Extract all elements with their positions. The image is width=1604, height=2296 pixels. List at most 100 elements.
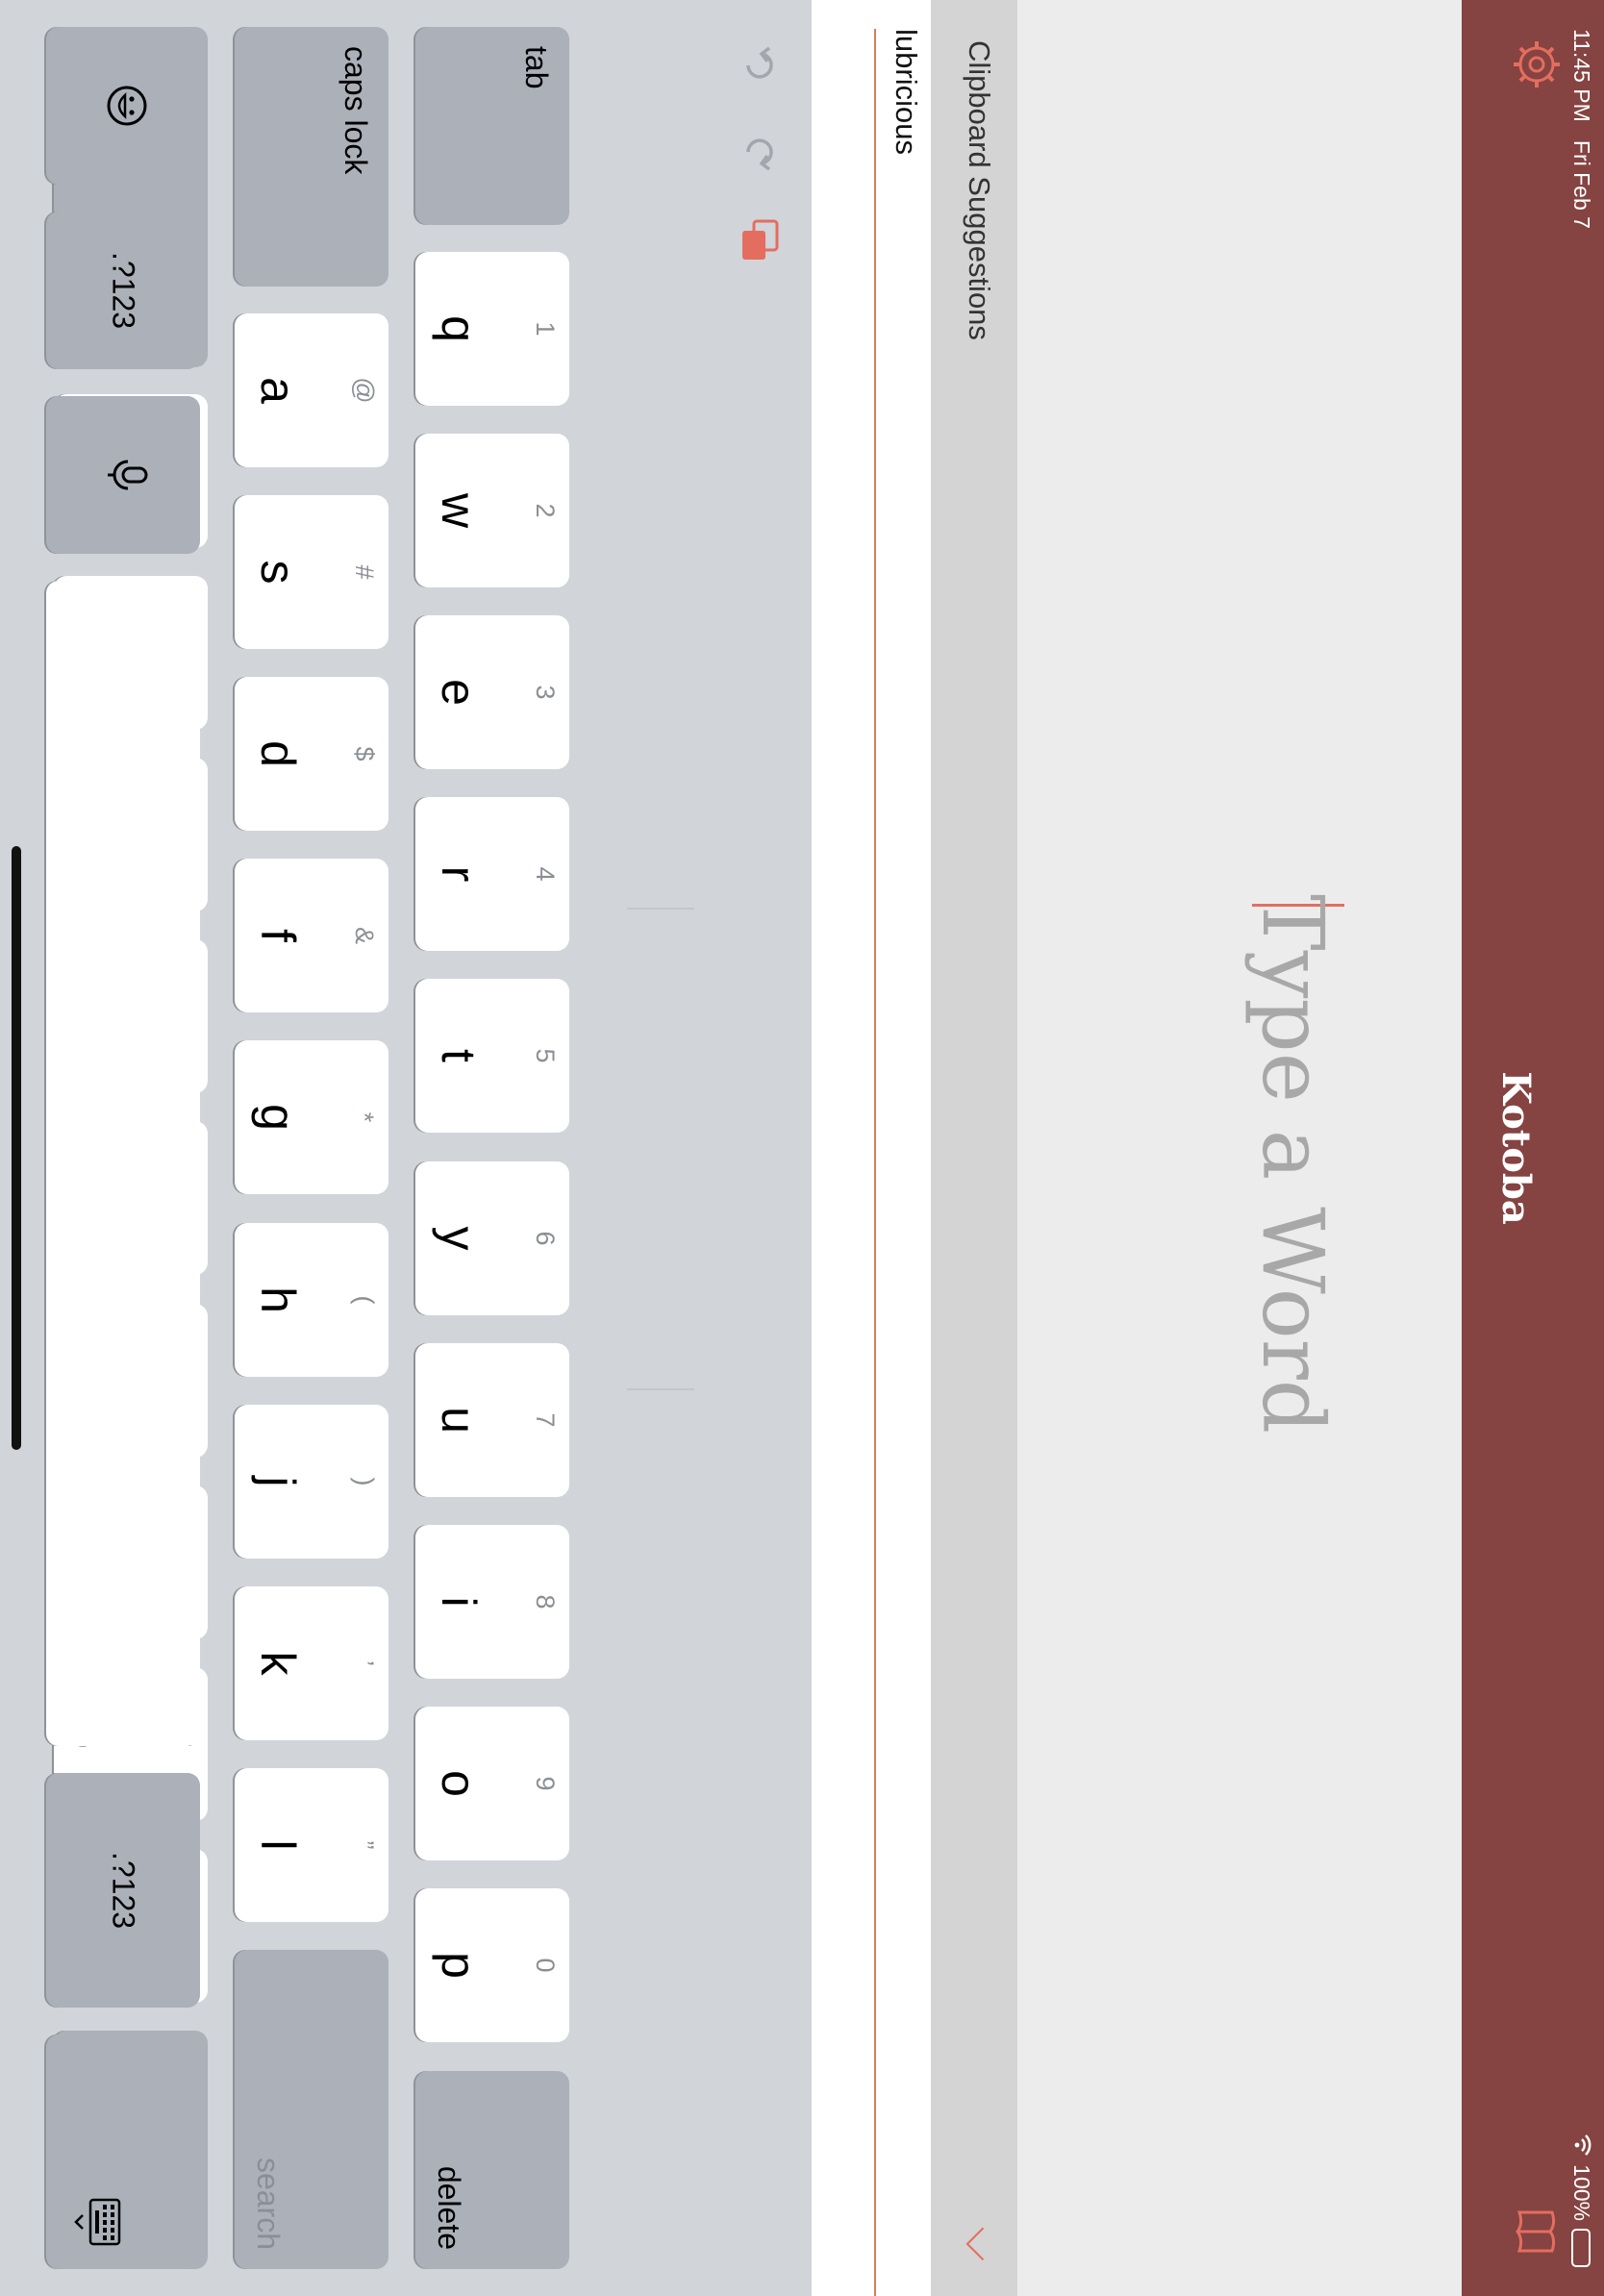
key-sub: ’: [350, 1660, 379, 1666]
status-indicators: 100%: [1568, 2134, 1594, 2267]
keyboard-hide-icon: [62, 2192, 123, 2250]
key-main: e: [432, 679, 486, 706]
emoji-key[interactable]: [46, 27, 200, 185]
key-main: y: [432, 1226, 486, 1251]
key-main: w: [432, 492, 486, 529]
space-bar[interactable]: [46, 581, 200, 1746]
numbers-key-right[interactable]: .?123: [46, 1773, 200, 2008]
toolbar-divider: [627, 1388, 694, 1390]
key-sub: 7: [531, 1412, 560, 1428]
key-sub: 6: [531, 1231, 560, 1246]
key-main: t: [432, 1049, 486, 1062]
book-icon[interactable]: [1506, 2204, 1562, 2259]
key-sub: 2: [531, 503, 560, 518]
key-main: r: [432, 865, 486, 883]
numbers-label: .?123: [106, 1851, 141, 1930]
toolbar-divider: [627, 908, 694, 910]
key-main: u: [432, 1407, 486, 1434]
clipboard-suggestions-bar: Clipboard Suggestions ⌵: [931, 0, 1017, 2296]
key-sub: 8: [531, 1594, 560, 1610]
key-sub: ): [350, 1477, 379, 1486]
key-sub: 9: [531, 1776, 560, 1791]
key-main: i: [432, 1596, 486, 1608]
key-main: h: [251, 1286, 305, 1313]
key-sub: ”: [350, 1840, 379, 1850]
status-date: Fri Feb 7: [1569, 139, 1594, 229]
key-sub: 5: [531, 1048, 560, 1063]
search-input[interactable]: Type a Word: [1243, 894, 1342, 1434]
key-sub: *: [350, 1111, 379, 1123]
key-main: o: [432, 1770, 486, 1797]
tab-label: tab: [519, 46, 554, 89]
key-main: k: [251, 1651, 305, 1676]
delete-label: delete: [432, 2165, 466, 2250]
paste-icon[interactable]: [727, 217, 781, 265]
suggestion-divider: [874, 29, 876, 2296]
search-area[interactable]: Type a Word: [1017, 0, 1462, 2296]
key-j[interactable]: ) j: [235, 1405, 388, 1559]
key-sub: 0: [531, 1958, 560, 1973]
app-title: Kotoba: [1493, 1071, 1539, 1225]
suggestion-list: lubricious: [812, 0, 931, 2296]
key-e[interactable]: 3e: [415, 615, 569, 769]
key-s[interactable]: # s: [235, 495, 388, 649]
chevron-down-icon[interactable]: ⌵: [954, 2227, 1008, 2261]
battery-percent: 100%: [1569, 2164, 1594, 2221]
caps-lock-key[interactable]: caps lock: [235, 27, 388, 287]
key-main: f: [251, 929, 305, 942]
keyboard-hide-key[interactable]: [46, 2034, 200, 2269]
key-sub: (: [350, 1295, 379, 1305]
status-time-text: 11:45 PM: [1569, 29, 1594, 122]
key-g[interactable]: * g: [235, 1040, 388, 1194]
delete-key[interactable]: delete: [415, 2071, 569, 2269]
microphone-icon: [97, 396, 149, 554]
key-i[interactable]: 8i: [415, 1525, 569, 1679]
key-r[interactable]: 4r: [415, 797, 569, 951]
undo-icon[interactable]: [729, 44, 781, 87]
caps-lock-label: caps lock: [338, 46, 373, 175]
key-sub: 4: [531, 866, 560, 882]
key-sub: 1: [531, 321, 560, 337]
key-q[interactable]: 1q: [415, 252, 569, 406]
key-d[interactable]: $ d: [235, 677, 388, 831]
key-main: g: [251, 1104, 305, 1131]
key-main: j: [251, 1476, 305, 1487]
key-l[interactable]: ” l: [235, 1768, 388, 1922]
microphone-key[interactable]: [46, 396, 200, 554]
key-sub: 3: [531, 685, 560, 700]
key-t[interactable]: 5t: [415, 979, 569, 1133]
key-main: p: [432, 1952, 486, 1979]
key-main: l: [251, 1839, 305, 1851]
key-u[interactable]: 7u: [415, 1343, 569, 1497]
key-main: q: [432, 315, 486, 342]
key-w[interactable]: 2w: [415, 434, 569, 587]
key-sub: #: [350, 564, 379, 580]
redo-icon[interactable]: [729, 131, 781, 173]
numbers-key-left[interactable]: .?123: [46, 212, 200, 369]
search-key[interactable]: search: [235, 1950, 388, 2269]
status-time: 11:45 PM Fri Feb 7: [1568, 29, 1594, 229]
key-a[interactable]: @ a: [235, 313, 388, 467]
key-main: s: [251, 560, 305, 585]
key-sub: @: [350, 377, 379, 404]
battery-icon: [1571, 2229, 1591, 2267]
emoji-icon: [98, 27, 148, 185]
clipboard-title: Clipboard Suggestions: [963, 40, 996, 340]
key-f[interactable]: & f: [235, 859, 388, 1012]
key-k[interactable]: ’ k: [235, 1586, 388, 1740]
key-sub: &: [350, 926, 379, 944]
wifi-icon: [1568, 2134, 1594, 2157]
key-p[interactable]: 0p: [415, 1888, 569, 2042]
search-key-label: search: [251, 2157, 286, 2250]
suggestion-item[interactable]: lubricious: [889, 29, 923, 155]
key-main: d: [251, 740, 305, 767]
home-indicator[interactable]: [12, 846, 21, 1450]
numbers-label: .?123: [106, 251, 141, 330]
app-header: 11:45 PM Fri Feb 7 100% Kotoba: [1462, 0, 1604, 2296]
key-o[interactable]: 9o: [415, 1707, 569, 1860]
key-y[interactable]: 6y: [415, 1161, 569, 1315]
key-main: a: [251, 377, 305, 404]
tab-key[interactable]: tab: [415, 27, 569, 225]
key-sub: $: [350, 746, 379, 761]
key-h[interactable]: (h: [235, 1223, 388, 1377]
